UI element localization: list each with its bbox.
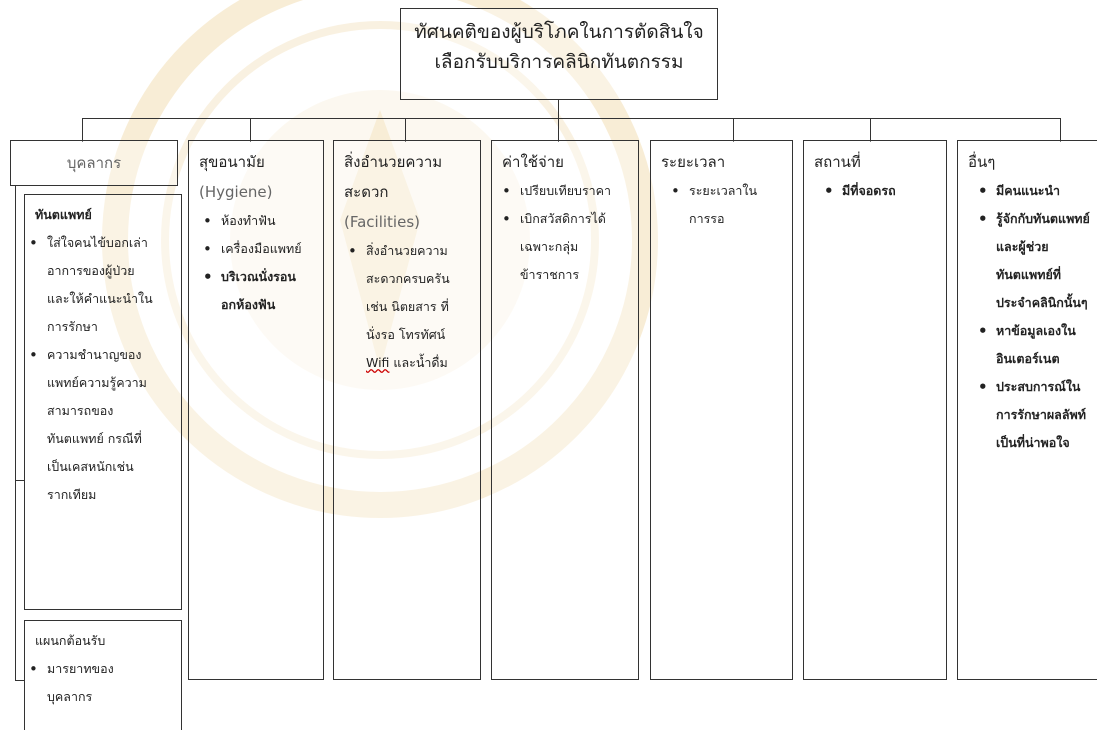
connector <box>558 118 559 142</box>
wifi-text: Wifi <box>366 355 390 370</box>
list-item: หาข้อมูลเองในอินเตอร์เนต <box>974 317 1090 373</box>
connector <box>1060 118 1061 142</box>
hygiene-label: สุขอนามัย <box>199 153 265 171</box>
duration-items: ระยะเวลาในการรอ <box>667 177 777 233</box>
duration-column: ระยะเวลา ระยะเวลาในการรอ <box>650 140 793 680</box>
other-label: อื่นๆ <box>968 153 996 171</box>
dentist-items: ใส่ใจคนไข้บอกเล่าอาการของผู้ป่วย และให้ค… <box>25 229 157 509</box>
list-item: มีคนแนะนำ <box>974 177 1090 205</box>
dentist-box: ทันตแพทย์ ใส่ใจคนไข้บอกเล่าอาการของผู้ป่… <box>24 194 182 610</box>
diagram-title: ทัศนคติของผู้บริโภคในการตัดสินใจ เลือกรั… <box>400 8 718 100</box>
dentist-label: ทันตแพทย์ <box>35 207 92 222</box>
facilities-sublabel: (Facilities) <box>344 213 420 231</box>
connector <box>558 100 559 118</box>
list-item: สิ่งอำนวยความสะดวกครบครัน เช่น นิตยสาร ท… <box>344 237 458 377</box>
hygiene-items: ห้องทำฟัน เครื่องมือแพทย์ บริเวณนั่งรอนอ… <box>199 207 309 319</box>
facilities-item-text: สิ่งอำนวยความสะดวกครบครัน เช่น นิตยสาร ท… <box>366 243 450 342</box>
connector <box>250 118 251 142</box>
connector <box>733 118 734 142</box>
connector <box>870 118 871 142</box>
facilities-column: สิ่งอำนวยความสะดวก (Facilities) สิ่งอำนว… <box>333 140 481 680</box>
other-column: อื่นๆ มีคนแนะนำ รู้จักกับทันตแพทย์และผู้… <box>957 140 1097 680</box>
other-items: มีคนแนะนำ รู้จักกับทันตแพทย์และผู้ช่วยทั… <box>974 177 1090 457</box>
hygiene-sublabel: (Hygiene) <box>199 183 273 201</box>
connector <box>15 185 16 680</box>
connector <box>82 118 1060 119</box>
cost-column: ค่าใช้จ่าย เปรียบเทียบราคา เบิกสวัสดิการ… <box>491 140 639 680</box>
duration-label: ระยะเวลา <box>661 153 726 171</box>
list-item: เปรียบเทียบราคา <box>498 177 624 205</box>
list-item: เบิกสวัสดิการได้เฉพาะกลุ่มข้าราชการ <box>498 205 624 289</box>
location-column: สถานที่ มีที่จอดรถ <box>803 140 947 680</box>
list-item: บริเวณนั่งรอนอกห้องฟัน <box>199 263 309 319</box>
connector <box>405 118 406 142</box>
list-item: มารยาทของบุคลากร <box>25 655 135 711</box>
list-item: ประสบการณ์ในการรักษาผลลัพท์เป็นที่น่าพอใ… <box>974 373 1090 457</box>
personnel-label: บุคลากร <box>66 154 122 172</box>
list-item: รู้จักกับทันตแพทย์และผู้ช่วยทันตแพทย์ที่… <box>974 205 1090 317</box>
list-item: มีที่จอดรถ <box>820 177 930 205</box>
reception-box: แผนกต้อนรับ มารยาทของบุคลากร <box>24 620 182 730</box>
list-item: ความชำนาญของแพทย์ความรู้ความสามารถของทัน… <box>25 341 157 509</box>
facilities-items: สิ่งอำนวยความสะดวกครบครัน เช่น นิตยสาร ท… <box>344 237 458 377</box>
reception-label: แผนกต้อนรับ <box>35 633 106 648</box>
cost-label: ค่าใช้จ่าย <box>502 153 564 171</box>
list-item: ห้องทำฟัน <box>199 207 309 235</box>
connector <box>82 118 83 142</box>
facilities-label: สิ่งอำนวยความสะดวก <box>344 153 443 201</box>
location-label: สถานที่ <box>814 153 861 171</box>
reception-items: มารยาทของบุคลากร <box>25 655 135 711</box>
list-item: ระยะเวลาในการรอ <box>667 177 777 233</box>
list-item: เครื่องมือแพทย์ <box>199 235 309 263</box>
personnel-header: บุคลากร <box>10 140 178 186</box>
title-line-2: เลือกรับบริการคลินิกทันตกรรม <box>434 51 684 73</box>
title-line-1: ทัศนคติของผู้บริโภคในการตัดสินใจ <box>414 21 704 43</box>
location-items: มีที่จอดรถ <box>820 177 930 205</box>
list-item: ใส่ใจคนไข้บอกเล่าอาการของผู้ป่วย และให้ค… <box>25 229 157 341</box>
cost-items: เปรียบเทียบราคา เบิกสวัสดิการได้เฉพาะกลุ… <box>498 177 624 289</box>
hygiene-column: สุขอนามัย (Hygiene) ห้องทำฟัน เครื่องมือ… <box>188 140 324 680</box>
facilities-item-text: และน้ำดื่ม <box>393 355 448 370</box>
